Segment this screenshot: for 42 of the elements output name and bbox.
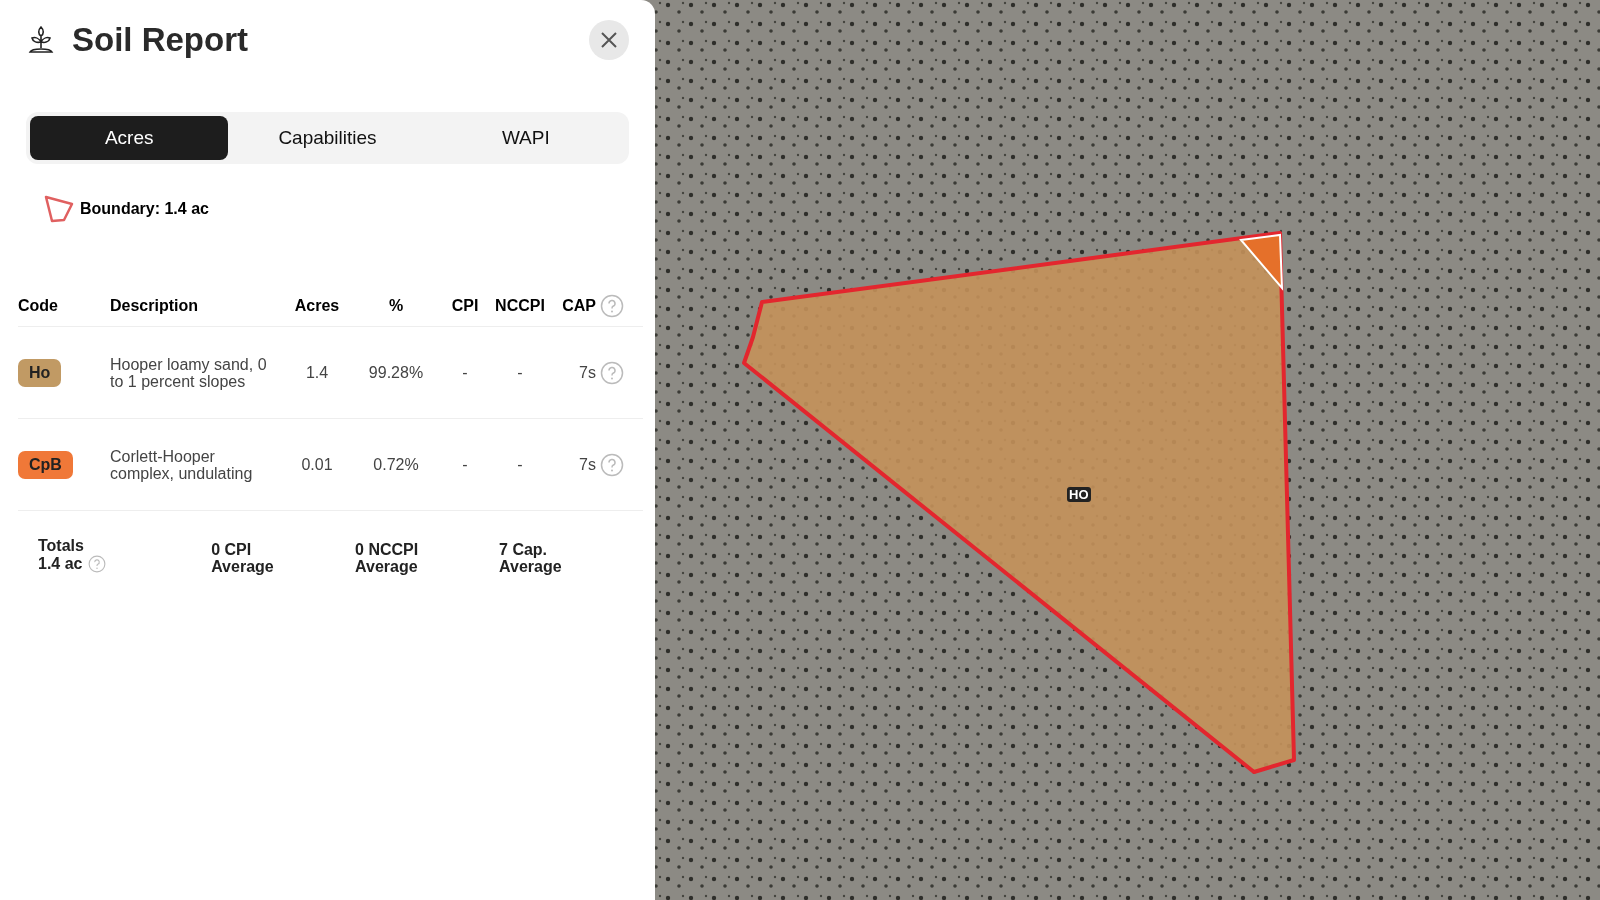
table-cell-text: - [461,363,469,382]
polygon-icon [44,194,74,224]
close-icon[interactable] [600,31,618,49]
column-header: CAP [561,297,596,315]
help-icon[interactable] [600,294,624,318]
tab[interactable]: Acres [30,116,229,160]
help-icon[interactable] [600,360,624,385]
soil-code-badge: Ho [18,358,62,387]
column-header: CPI [450,297,480,315]
help-icon[interactable] [88,555,107,573]
soil-code-badge: CpB [18,450,73,479]
table-cell-text: 0.01 [300,455,334,474]
column-header: Code [18,297,59,315]
table-cell-text: Corlett-Hooper complex, undulating [110,447,254,482]
average-summary: 0 NCCPI Average [355,540,420,575]
table-cell-text: - [516,455,524,474]
sprout-icon [26,26,56,54]
boundary-label: Boundary: 1.4 ac [80,200,209,218]
tab[interactable]: WAPI [426,116,625,160]
tab[interactable]: Capabilities [228,116,427,160]
table-cell-text: - [516,363,524,382]
soil-zone-polygon[interactable] [1239,233,1284,291]
table-cell-text: 0.72% [372,455,420,474]
column-header: % [387,297,405,315]
average-summary: 0 CPI Average [211,540,275,575]
table-cell-text: 7s [578,455,596,474]
table-cell-text: 1.4 [304,363,330,382]
column-header: Description [110,297,199,315]
table-cell-text: - [461,455,469,474]
close-button[interactable] [589,20,629,60]
help-icon[interactable] [600,452,624,477]
panel-title: Soil Report [72,21,248,59]
table-cell-text: 99.28% [367,363,425,382]
totals-acres: 1.4 ac [38,555,83,573]
table-cell-text: 7s [578,363,596,382]
field-boundary-polygon[interactable] [742,231,1296,774]
column-header: NCCPI [494,297,546,315]
totals-label: Totals [38,537,85,555]
average-summary: 7 Cap. Average [499,540,563,575]
table-cell-text: Hooper loamy sand, 0 to 1 percent slopes [110,355,268,390]
map-label: HO [1067,487,1091,502]
column-header: Acres [293,297,341,315]
